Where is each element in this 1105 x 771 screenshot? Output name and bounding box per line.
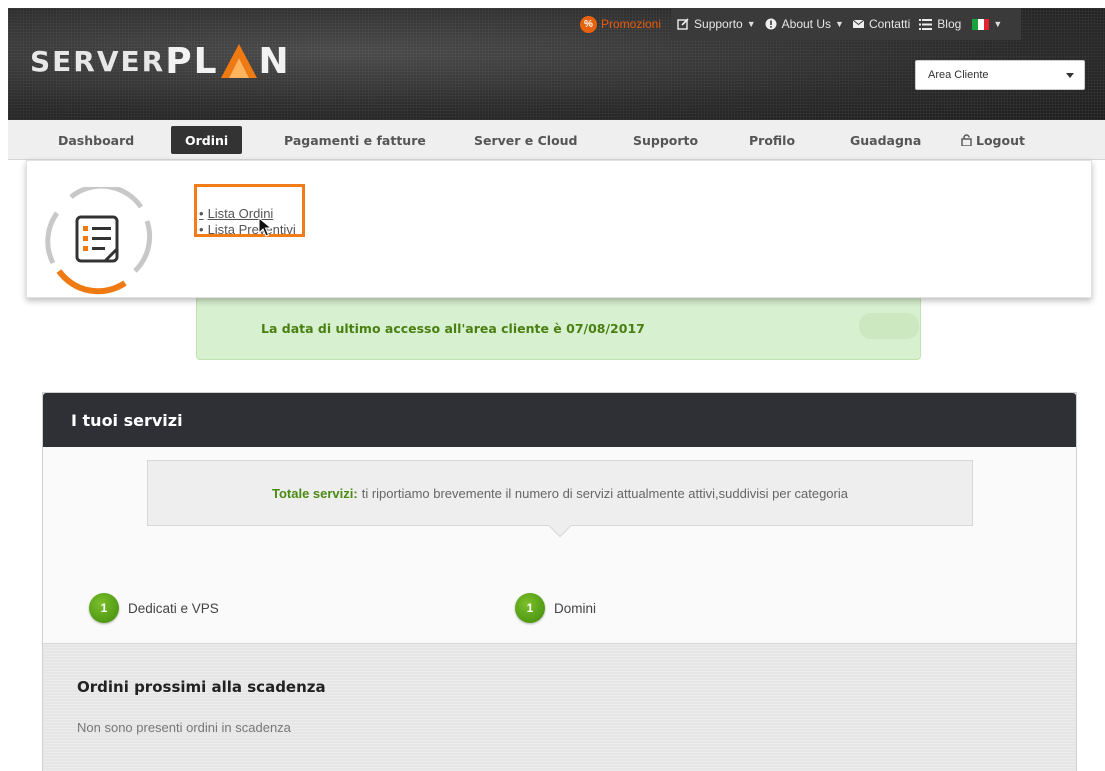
mouse-cursor-icon: [258, 217, 272, 237]
count-badge: 1: [89, 593, 119, 623]
caret-down-icon: ▼: [835, 19, 844, 29]
expiring-title: Ordini prossimi alla scadenza: [77, 678, 326, 696]
nav-pagamenti-fatture[interactable]: Pagamenti e fatture: [284, 120, 426, 160]
logo-text-server: SERVER: [30, 44, 166, 78]
nav-dashboard[interactable]: Dashboard: [58, 120, 134, 160]
counter-domini[interactable]: 1 Domini: [515, 593, 596, 623]
nav-supporto[interactable]: Supporto: [633, 120, 698, 160]
orders-list-icon: [45, 187, 153, 295]
services-total-box: Totale servizi: ti riportiamo brevemente…: [147, 460, 973, 538]
edit-icon: [677, 18, 689, 30]
counter-label: Domini: [554, 600, 597, 616]
services-total-text: ti riportiamo brevemente il numero di se…: [361, 485, 848, 501]
nav-logout-label: Logout: [976, 132, 1025, 148]
language-selector[interactable]: ▼: [970, 18, 1003, 30]
caret-down-icon: [1066, 73, 1074, 78]
caret-down-icon: ▼: [746, 19, 756, 29]
submenu-lista-preventivi[interactable]: Lista Preventivi: [199, 222, 296, 238]
logo-text-pl: PL: [165, 40, 219, 82]
mail-icon: [852, 20, 864, 28]
services-total-label: Totale servizi:: [271, 485, 358, 501]
lock-icon: [961, 134, 972, 146]
menu-supporto[interactable]: Supporto ▼: [677, 17, 756, 31]
area-select-value: Area Cliente: [928, 69, 989, 81]
list-icon: [919, 18, 933, 30]
menu-about-label: About Us: [781, 17, 832, 31]
info-icon: [765, 18, 777, 30]
top-menu-bar: % Promozioni Supporto ▼ About Us ▼ Conta…: [580, 8, 1022, 40]
promo-link[interactable]: % Promozioni: [580, 15, 671, 33]
submenu-lista-ordini[interactable]: Lista Ordini: [199, 206, 296, 222]
nav-ordini[interactable]: Ordini: [171, 126, 243, 154]
logo-text-n: N: [258, 40, 291, 82]
menu-supporto-label: Supporto: [694, 17, 743, 31]
logo-triangle-icon: [220, 44, 257, 78]
counter-dedicati-vps[interactable]: 1 Dedicati e VPS: [89, 593, 219, 623]
menu-blog-label: Blog: [937, 17, 962, 31]
expiring-orders-section: Ordini prossimi alla scadenza Non sono p…: [43, 643, 1076, 771]
ordini-dropdown-panel: Lista Ordini Lista Preventivi: [26, 160, 1092, 298]
main-nav: Dashboard Ordini Pagamenti e fatture Ser…: [8, 120, 1105, 160]
top-menu: Supporto ▼ About Us ▼ Contatti Blog ▼: [671, 8, 1022, 40]
expiring-empty-text: Non sono presenti ordini in scadenza: [77, 720, 291, 735]
menu-about-us[interactable]: About Us ▼: [765, 17, 844, 31]
services-panel: I tuoi servizi Totale servizi: ti riport…: [42, 392, 1077, 771]
menu-contatti-label: Contatti: [868, 17, 911, 31]
services-title: I tuoi servizi: [43, 393, 1076, 447]
counter-label: Dedicati e VPS: [128, 600, 219, 616]
promo-label: Promozioni: [601, 17, 662, 31]
nav-guadagna[interactable]: Guadagna: [850, 120, 921, 160]
percent-icon: %: [580, 15, 597, 33]
last-access-notice: La data di ultimo accesso all'area clien…: [196, 296, 921, 360]
menu-blog[interactable]: Blog: [919, 17, 961, 31]
nav-logout[interactable]: Logout: [961, 120, 1025, 160]
nav-server-cloud[interactable]: Server e Cloud: [474, 120, 578, 160]
serverplan-logo[interactable]: SERVER PL N: [30, 36, 291, 86]
site-header: SERVER PL N % Promozioni Supporto ▼ Abou…: [8, 8, 1105, 120]
menu-contatti[interactable]: Contatti: [852, 17, 911, 31]
last-access-text: La data di ultimo accesso all'area clien…: [261, 320, 645, 336]
nav-profilo[interactable]: Profilo: [749, 120, 795, 160]
area-cliente-select[interactable]: Area Cliente: [915, 60, 1085, 90]
count-badge: 1: [515, 593, 545, 623]
caret-down-icon: ▼: [993, 19, 1003, 29]
ordini-submenu: Lista Ordini Lista Preventivi: [199, 206, 296, 238]
it-flag-icon: [972, 18, 990, 30]
